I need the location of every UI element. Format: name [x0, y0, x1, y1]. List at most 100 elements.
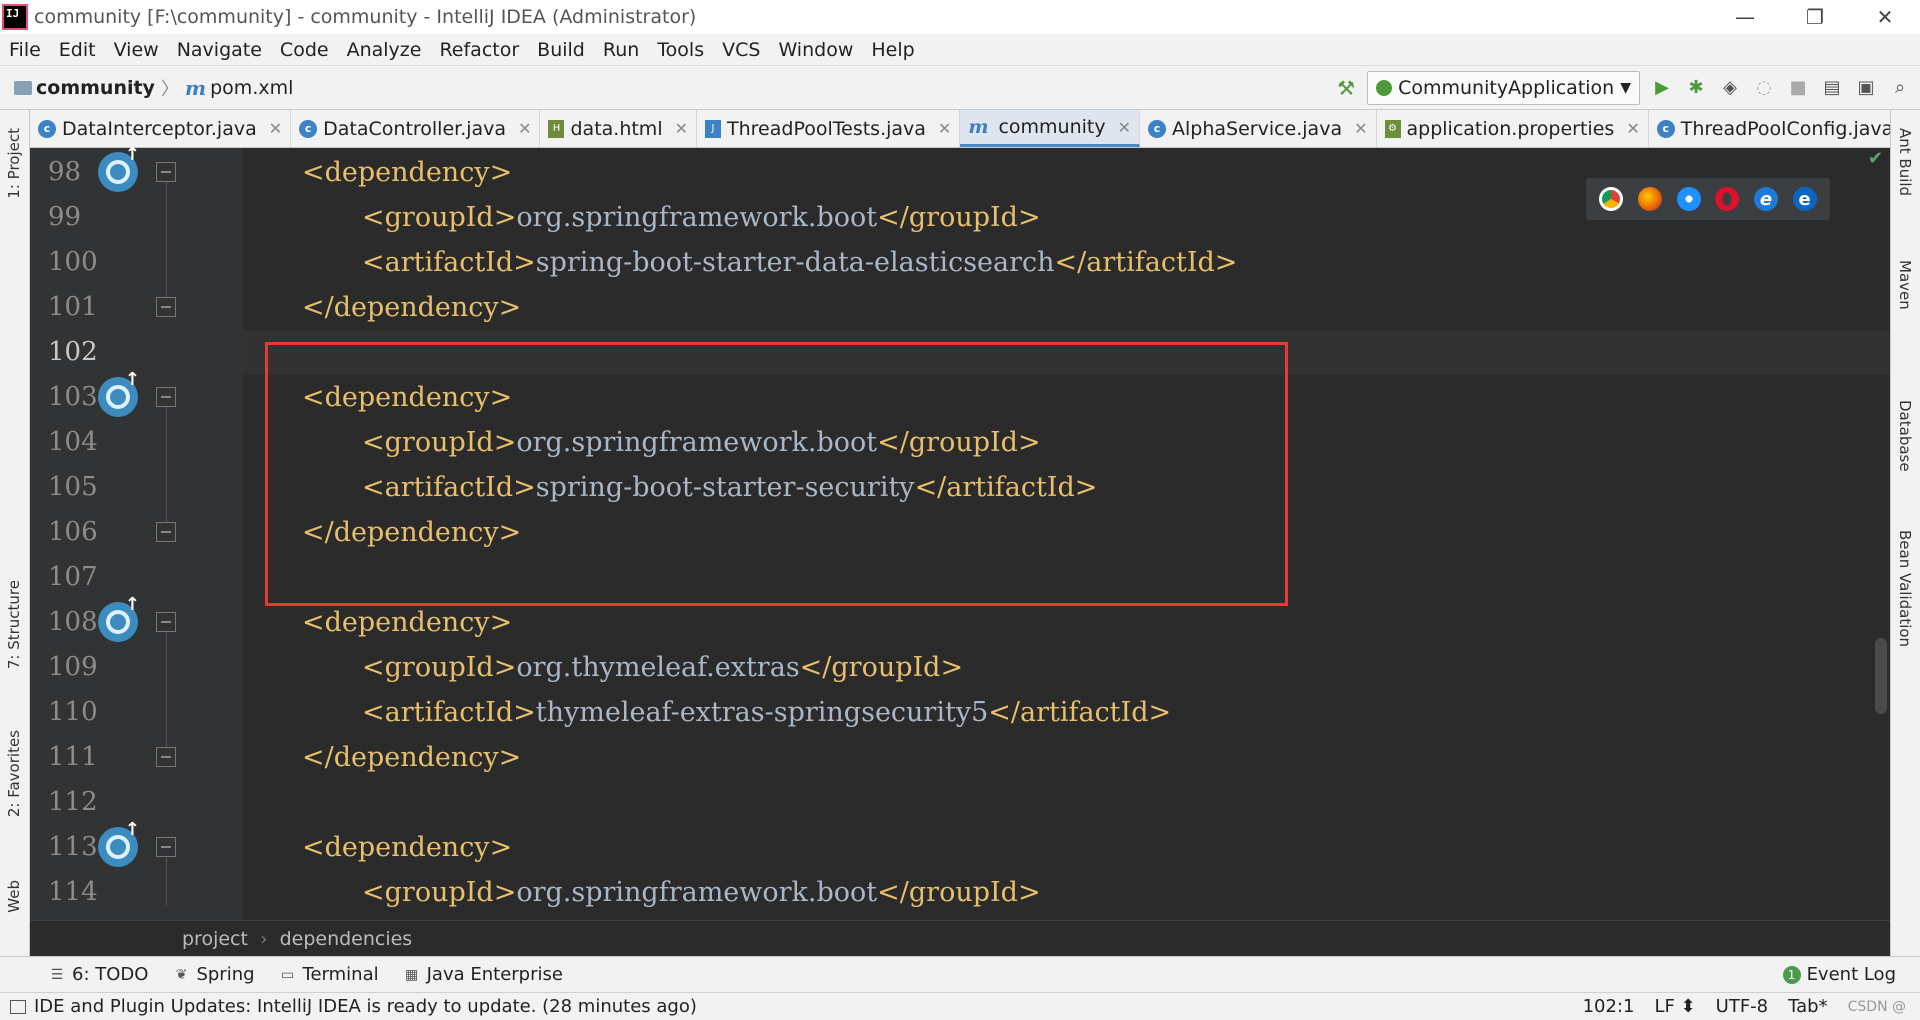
tool-tab-ant-build[interactable]: Ant Build — [1896, 128, 1914, 196]
menu-code[interactable]: Code — [271, 39, 338, 61]
edge-icon[interactable]: e — [1792, 187, 1817, 211]
status-message[interactable]: IDE and Plugin Updates: IntelliJ IDEA is… — [10, 996, 697, 1017]
menu-file[interactable]: File — [0, 39, 50, 61]
run-configuration-select[interactable]: CommunityApplication ▼ — [1367, 70, 1640, 105]
menu-build[interactable]: Build — [528, 39, 594, 61]
tool-tab-maven[interactable]: Maven — [1896, 260, 1914, 310]
tab-application-properties[interactable]: ⚙ application.properties ✕ — [1377, 110, 1649, 147]
breadcrumb-dependencies[interactable]: dependencies — [280, 928, 413, 950]
code-line[interactable]: <artifactId>spring-boot-starter-data-ela… — [243, 240, 1890, 285]
minimize-button[interactable]: — — [1710, 0, 1780, 34]
tool-tab-structure[interactable]: 7: Structure — [5, 580, 23, 669]
close-icon[interactable]: ✕ — [938, 119, 951, 138]
fold-marker-icon[interactable] — [156, 522, 176, 542]
maven-dependency-gutter-icon[interactable] — [98, 144, 140, 192]
tab-community[interactable]: m community ✕ — [960, 110, 1140, 147]
tool-tab-database[interactable]: Database — [1896, 400, 1914, 472]
internet-explorer-icon[interactable]: e — [1753, 187, 1778, 211]
xml-open-tag: <groupId> — [362, 202, 517, 233]
tab-data-html[interactable]: H data.html ✕ — [540, 110, 698, 147]
tool-window-java-enterprise[interactable]: ▦ Java Enterprise — [403, 964, 563, 985]
code-line[interactable]: <groupId>org.thymeleaf.extras</groupId> — [243, 645, 1890, 690]
menu-window[interactable]: Window — [769, 39, 862, 61]
fold-marker-icon[interactable] — [156, 162, 176, 182]
inspection-ok-icon[interactable]: ✔ — [1868, 148, 1883, 169]
fold-marker-icon[interactable] — [156, 387, 176, 407]
tool-window-terminal[interactable]: ▭ Terminal — [279, 964, 379, 985]
code-line[interactable]: <groupId>org.springframework.boot</group… — [243, 870, 1890, 915]
tab-datainterceptor[interactable]: c DataInterceptor.java ✕ — [30, 110, 292, 147]
file-encoding[interactable]: UTF-8 — [1716, 996, 1768, 1017]
close-icon[interactable]: ✕ — [675, 119, 688, 138]
nav-crumb-file[interactable]: m pom.xml — [185, 76, 293, 100]
caret-position[interactable]: 102:1 — [1583, 996, 1635, 1017]
tab-threadpooltests[interactable]: J ThreadPoolTests.java ✕ — [697, 110, 961, 147]
line-number: 111 — [48, 742, 98, 772]
html-icon: H — [548, 119, 565, 138]
fold-marker-icon[interactable] — [156, 612, 176, 632]
tool-window-todo[interactable]: ☰ 6: TODO — [48, 964, 149, 985]
tool-tab-project[interactable]: 1: Project — [5, 128, 23, 199]
menu-refactor[interactable]: Refactor — [430, 39, 528, 61]
close-icon[interactable]: ✕ — [1354, 119, 1367, 138]
fold-marker-icon[interactable] — [156, 297, 176, 317]
close-button[interactable]: ✕ — [1850, 0, 1920, 34]
menu-edit[interactable]: Edit — [50, 39, 105, 61]
menu-view[interactable]: View — [105, 39, 168, 61]
close-icon[interactable]: ✕ — [1118, 118, 1131, 137]
tool-tab-bean-validation[interactable]: Bean Validation — [1896, 530, 1914, 647]
run-icon[interactable]: ▶ — [1650, 76, 1674, 100]
tool-window-spring[interactable]: ❦ Spring — [172, 964, 255, 985]
layout-icon[interactable]: ▣ — [1854, 76, 1878, 100]
maven-dependency-gutter-icon[interactable] — [98, 819, 140, 867]
chrome-icon[interactable] — [1599, 187, 1624, 211]
editor-scrollbar[interactable] — [1875, 638, 1887, 714]
project-structure-icon[interactable]: ▤ — [1820, 76, 1844, 100]
gutter-line: 104 — [30, 420, 243, 465]
chevron-right-icon: › — [259, 927, 268, 950]
menu-tools[interactable]: Tools — [648, 39, 713, 61]
safari-icon[interactable] — [1676, 187, 1701, 211]
event-log-button[interactable]: 1 Event Log — [1782, 964, 1896, 985]
menu-navigate[interactable]: Navigate — [168, 39, 271, 61]
code-line[interactable]: </dependency> — [243, 735, 1890, 780]
search-icon[interactable]: ⌕ — [1888, 76, 1912, 100]
coverage-icon[interactable]: ◈ — [1718, 76, 1742, 100]
code-line[interactable]: <artifactId>thymeleaf-extras-springsecur… — [243, 690, 1890, 735]
close-icon[interactable]: ✕ — [518, 119, 531, 138]
menu-analyze[interactable]: Analyze — [338, 39, 431, 61]
tool-tab-favorites[interactable]: 2: Favorites — [5, 730, 23, 817]
fold-marker-icon[interactable] — [156, 747, 176, 767]
fold-marker-icon[interactable] — [156, 837, 176, 857]
tab-datacontroller[interactable]: c DataController.java ✕ — [291, 110, 541, 147]
window-toggle-icon[interactable] — [10, 999, 26, 1014]
breadcrumb-project[interactable]: project — [182, 928, 248, 950]
menu-help[interactable]: Help — [862, 39, 923, 61]
opera-icon[interactable] — [1715, 187, 1740, 211]
menu-run[interactable]: Run — [594, 39, 648, 61]
line-separator[interactable]: LF ⬍ — [1654, 996, 1695, 1017]
profile-icon[interactable]: ◌ — [1752, 76, 1776, 100]
indent-setting[interactable]: Tab* — [1788, 996, 1827, 1017]
stop-icon[interactable]: ■ — [1786, 76, 1810, 100]
tab-alphaservice[interactable]: c AlphaService.java ✕ — [1140, 110, 1377, 147]
tool-tab-web[interactable]: Web — [5, 880, 23, 913]
firefox-icon[interactable] — [1637, 187, 1662, 211]
build-hammer-icon[interactable]: ⚒ — [1335, 76, 1357, 100]
maven-dependency-gutter-icon[interactable] — [98, 594, 140, 642]
tab-label: ThreadPoolTests.java — [727, 117, 926, 140]
menu-vcs[interactable]: VCS — [713, 39, 769, 61]
tab-threadpoolconfig[interactable]: c ThreadPoolConfig.java ✕ — [1649, 110, 1890, 147]
close-icon[interactable]: ✕ — [1626, 119, 1639, 138]
debug-icon[interactable]: ✱ — [1684, 76, 1708, 100]
maven-dependency-gutter-icon[interactable] — [98, 369, 140, 417]
nav-crumb-project[interactable]: community — [0, 77, 155, 99]
code-line[interactable] — [243, 780, 1890, 825]
line-number: 109 — [48, 652, 98, 682]
code-line[interactable]: </dependency> — [243, 285, 1890, 330]
restore-button[interactable]: ❐ — [1780, 0, 1850, 34]
code-line[interactable]: <dependency> — [243, 600, 1890, 645]
close-icon[interactable]: ✕ — [269, 119, 282, 138]
spring-icon: ❦ — [175, 966, 188, 983]
code-line[interactable]: <dependency> — [243, 825, 1890, 870]
